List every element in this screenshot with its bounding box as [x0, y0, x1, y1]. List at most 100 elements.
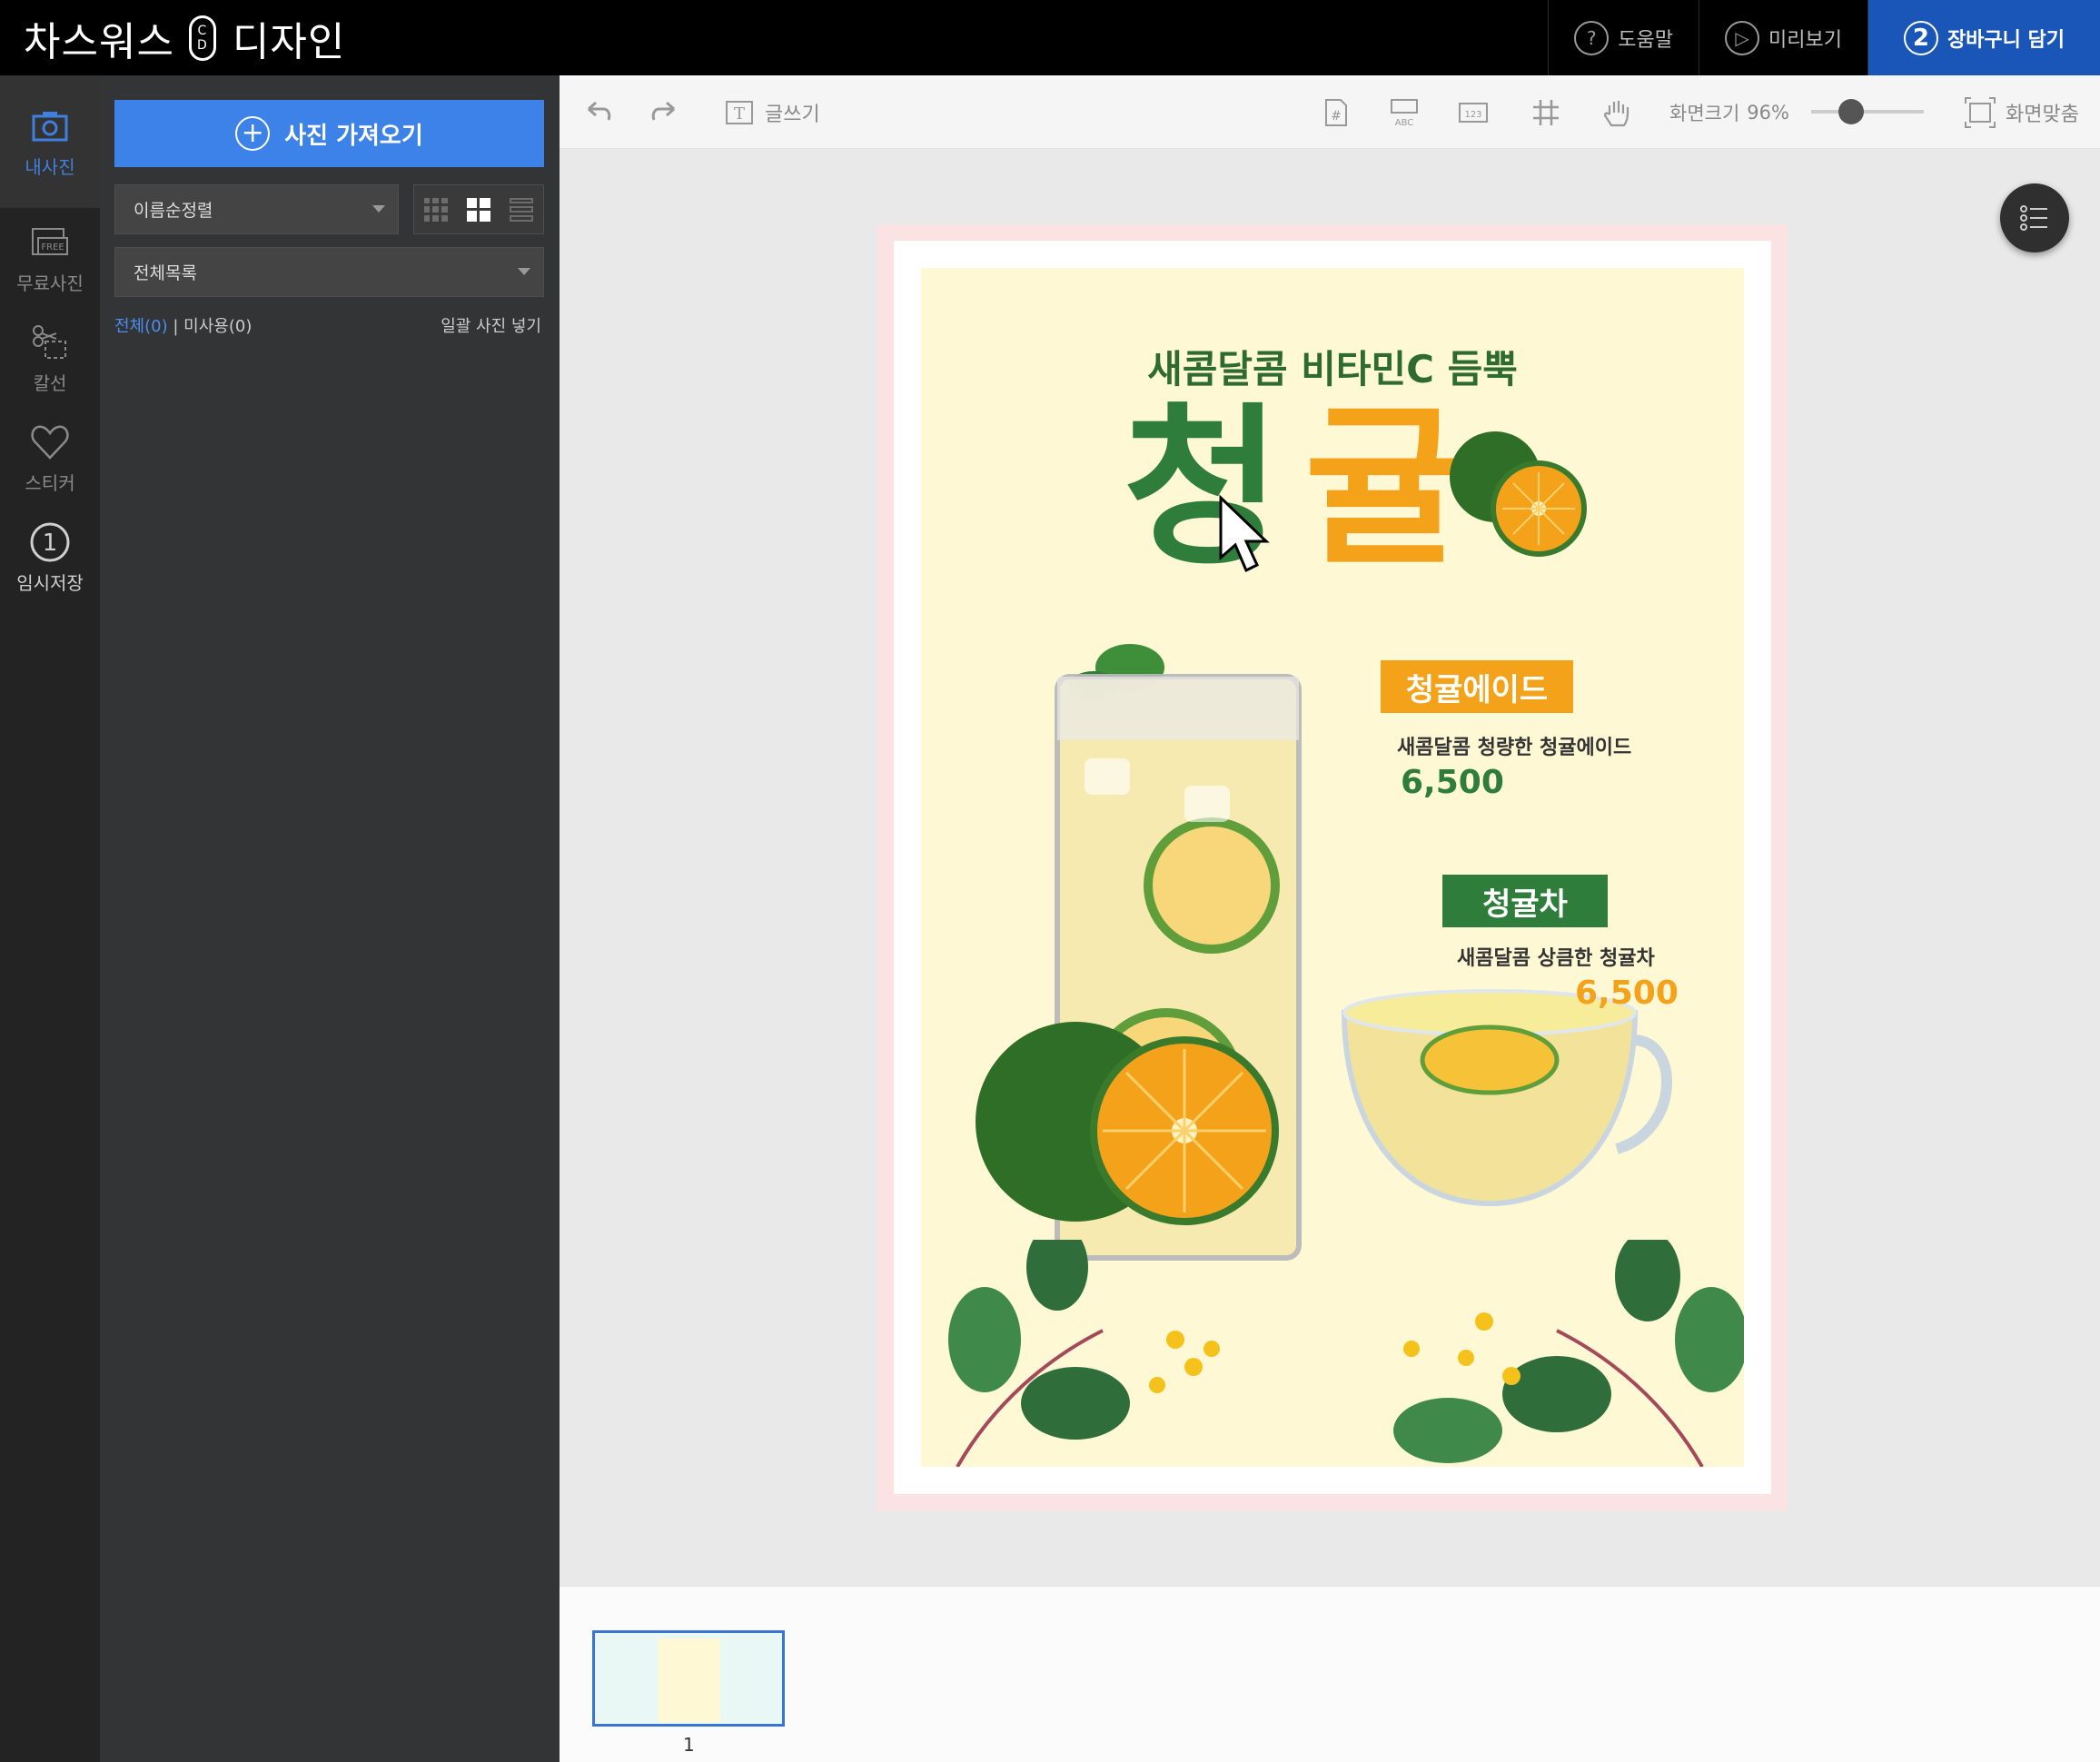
citrus-large-illustration — [976, 1022, 1279, 1225]
zoom-value: 96% — [1747, 101, 1789, 124]
filter-all[interactable]: 전체(0) — [114, 317, 168, 336]
top-actions: ? 도움말 ▷ 미리보기 2 장바구니 담기 — [1548, 0, 2100, 75]
layers-menu-button[interactable] — [2000, 183, 2069, 252]
rail-item-sticker[interactable]: 스티커 — [0, 408, 100, 508]
rail-label: 스티커 — [25, 471, 75, 494]
text-box-icon: T — [726, 100, 753, 124]
top-bar: 차스워스 C D 디자인 ? 도움말 ▷ 미리보기 2 장바구니 담기 — [0, 0, 2100, 75]
leaves-decoration — [948, 1240, 1744, 1467]
page-number: 1 — [683, 1734, 695, 1756]
page-thumbnail-preview — [659, 1638, 720, 1722]
svg-text:123: 123 — [1464, 110, 1481, 120]
write-text-button[interactable]: T 글쓰기 — [721, 75, 820, 149]
zoom-slider-knob[interactable] — [1838, 99, 1864, 124]
undo-button[interactable] — [579, 75, 616, 149]
filter-unused[interactable]: 미사용(0) — [183, 317, 252, 336]
page-thumbnail-bar: 1 — [560, 1586, 2100, 1762]
rail-label: 임시저장 — [16, 571, 84, 594]
chevron-down-icon — [518, 268, 530, 275]
hash-page-icon: # — [1325, 98, 1347, 126]
redo-icon — [651, 101, 675, 120]
undo-icon — [588, 101, 611, 120]
brand-name-left: 차스워스 — [24, 19, 174, 65]
rail-item-free-photos[interactable]: FREE 무료사진 — [0, 208, 100, 308]
poster-headline[interactable]: 새콤달콤 비타민C 듬뿍 — [921, 339, 1744, 394]
menu-desc-ade[interactable]: 새콤달콤 청량한 청귤에이드 — [1397, 731, 1631, 760]
redo-button[interactable] — [647, 75, 683, 149]
preview-label: 미리보기 — [1768, 28, 1842, 52]
cd-logo-icon: C D — [188, 15, 216, 61]
tea-cup-illustration — [1341, 989, 1672, 1207]
add-to-cart-button[interactable]: 2 장바구니 담기 — [1867, 0, 2100, 75]
rail-item-my-photos[interactable]: 내사진 — [0, 75, 100, 208]
rail-label: 내사진 — [25, 155, 75, 178]
chevron-down-icon — [372, 205, 385, 213]
list-view-icon[interactable] — [510, 197, 534, 222]
poster-title-char-2[interactable]: 귤 — [1304, 402, 1463, 575]
page-safe-area: 새콤달콤 비타민C 듬뿍 청 귤 청귤에이드 새콤달콤 청량한 청귤에이드 6,… — [894, 241, 1771, 1494]
number-box-icon: 123 — [1459, 102, 1488, 123]
free-photo-icon: FREE — [32, 227, 68, 255]
page-thumbnail[interactable] — [592, 1630, 785, 1727]
brand-logo[interactable]: 차스워스 C D 디자인 — [24, 9, 345, 67]
scissors-icon — [33, 324, 66, 359]
menu-desc-tea[interactable]: 새콤달콤 상큼한 청귤차 — [1457, 942, 1655, 971]
hand-icon — [1603, 100, 1629, 126]
mouse-cursor-icon — [1219, 494, 1270, 573]
svg-text:#: # — [1331, 109, 1342, 124]
grid-button[interactable] — [1528, 75, 1564, 149]
menu-price-tea[interactable]: 6,500 — [1575, 975, 1679, 1012]
sort-value: 이름순정렬 — [134, 201, 213, 221]
number-button[interactable]: 123 — [1455, 75, 1491, 149]
design-page[interactable]: 새콤달콤 비타민C 듬뿍 청 귤 청귤에이드 새콤달콤 청량한 청귤에이드 6,… — [877, 224, 1788, 1510]
grid-icon — [1533, 99, 1559, 125]
bulk-insert-link[interactable]: 일괄 사진 넣기 — [441, 313, 541, 337]
filter-separator: | — [173, 317, 179, 336]
grid-large-icon[interactable] — [466, 197, 490, 222]
folder-select[interactable]: 전체목록 — [114, 247, 544, 297]
sort-select[interactable]: 이름순정렬 — [114, 184, 399, 234]
fit-screen-label: 화면맞춤 — [2006, 103, 2079, 126]
menu-badge-ade[interactable]: 청귤에이드 — [1381, 660, 1573, 713]
view-toggle — [413, 184, 544, 234]
fit-screen-button[interactable]: 화면맞춤 — [1962, 75, 2079, 149]
zoom-slider[interactable] — [1811, 99, 1924, 124]
svg-text:T: T — [734, 104, 745, 124]
brand-name-right: 디자인 — [232, 19, 346, 65]
temp-save-icon: 1 — [30, 522, 70, 561]
help-button[interactable]: ? 도움말 — [1548, 0, 1699, 75]
svg-text:1: 1 — [43, 530, 58, 557]
grid-small-icon[interactable] — [423, 197, 448, 222]
rail-item-temp-save[interactable]: 1 임시저장 — [0, 508, 100, 608]
folder-value: 전체목록 — [134, 263, 197, 283]
menu-price-ade[interactable]: 6,500 — [1401, 764, 1504, 801]
hand-tool-button[interactable] — [1599, 75, 1635, 149]
svg-text:ABC: ABC — [1395, 118, 1414, 128]
menu-badge-tea[interactable]: 청귤차 — [1442, 875, 1608, 927]
fit-screen-icon — [1965, 96, 1996, 128]
list-icon — [2020, 205, 2047, 231]
rail-item-cut-line[interactable]: 칼선 — [0, 308, 100, 408]
photo-panel: + 사진 가져오기 이름순정렬 전체목록 전체(0) | 미사용(0) 일괄 사… — [100, 75, 560, 1762]
help-label: 도움말 — [1618, 28, 1674, 52]
import-photo-label: 사진 가져오기 — [284, 122, 423, 150]
write-text-label: 글쓰기 — [765, 103, 820, 126]
zoom-label: 화면크기 — [1669, 102, 1740, 124]
plus-icon: + — [235, 116, 271, 151]
text-style-button[interactable]: ABC — [1386, 75, 1422, 149]
page-number-button[interactable]: # — [1317, 75, 1353, 149]
heart-icon — [31, 425, 69, 460]
question-icon: ? — [1574, 20, 1610, 55]
citrus-small-illustration — [1450, 431, 1587, 557]
editor-toolbar: T 글쓰기 # ABC 123 화면크기 96% 화면맞춤 — [560, 75, 2100, 149]
canvas-stage: 새콤달콤 비타민C 듬뿍 청 귤 청귤에이드 새콤달콤 청량한 청귤에이드 6,… — [560, 149, 2100, 1586]
poster-artwork[interactable]: 새콤달콤 비타민C 듬뿍 청 귤 청귤에이드 새콤달콤 청량한 청귤에이드 6,… — [921, 268, 1744, 1467]
import-photo-button[interactable]: + 사진 가져오기 — [114, 100, 544, 167]
left-rail: 내사진 FREE 무료사진 칼선 스티커 1 임시저장 — [0, 75, 100, 1762]
preview-button[interactable]: ▷ 미리보기 — [1699, 0, 1867, 75]
rail-label: 칼선 — [33, 371, 67, 394]
camera-icon — [32, 111, 68, 141]
abc-text-icon: ABC — [1391, 98, 1418, 128]
svg-text:FREE: FREE — [41, 243, 64, 252]
step-number-icon: 2 — [1903, 20, 1938, 55]
